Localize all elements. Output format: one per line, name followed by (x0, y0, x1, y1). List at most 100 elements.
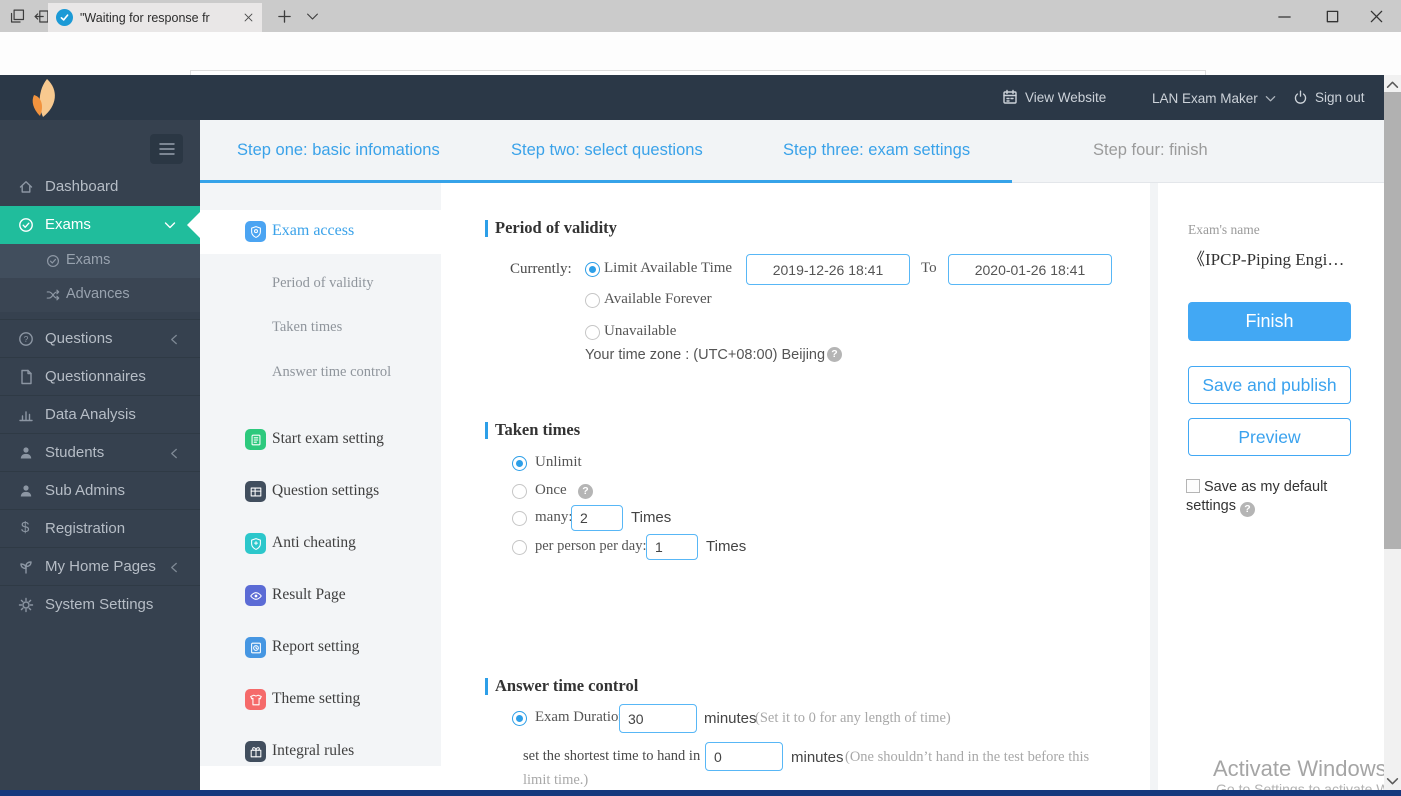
tab-step-one[interactable]: Step one: basic infomations (237, 141, 440, 160)
view-website-link[interactable]: View Website (1002, 89, 1106, 105)
settings-nav-exam-access[interactable]: Exam access (200, 210, 441, 254)
sidebar-subitem-advances[interactable]: Advances (0, 278, 200, 312)
radio-unavailable[interactable] (585, 325, 600, 340)
save-default-label-2: settings (1186, 498, 1236, 514)
sidebar-item-sub-admins[interactable]: Sub Admins (0, 471, 200, 509)
many-label: many: (535, 509, 573, 525)
available-forever-label: Available Forever (604, 291, 712, 307)
close-button[interactable] (1369, 9, 1384, 24)
page-scrollbar[interactable] (1384, 75, 1401, 796)
scrollbar-thumb[interactable] (1384, 92, 1401, 549)
sidebar-collapse-button[interactable] (150, 134, 183, 164)
tab-step-two[interactable]: Step two: select questions (511, 141, 703, 160)
currently-label: Currently: (510, 261, 572, 277)
section-accent-bar (485, 422, 488, 439)
sidebar-subitem-exams[interactable]: Exams (0, 244, 200, 278)
home-icon (19, 181, 33, 193)
calendar-icon (1003, 89, 1017, 104)
radio-available-forever[interactable] (585, 293, 600, 308)
maximize-button[interactable] (1325, 9, 1340, 24)
per-person-per-day-label: per person per day: (535, 538, 647, 554)
radio-limit-available-time[interactable] (585, 262, 600, 277)
exam-name-value: 《IPCP-Piping Engi… (1188, 250, 1345, 269)
settings-nav-result-page[interactable]: Result Page (200, 574, 441, 618)
date-to-input[interactable] (948, 254, 1112, 285)
date-from-input[interactable] (746, 254, 910, 285)
settings-link-taken-times[interactable]: Taken times (272, 319, 342, 336)
tab-close-icon[interactable] (243, 12, 254, 23)
sidebar-item-data-analysis[interactable]: Data Analysis (0, 395, 200, 433)
section-accent-bar (485, 220, 488, 237)
limit-available-time-label: Limit Available Time (604, 260, 733, 276)
settings-link-answer-time[interactable]: Answer time control (272, 364, 391, 381)
panel-divider (1150, 183, 1158, 796)
radio-unlimit[interactable] (512, 456, 527, 471)
radio-many[interactable] (512, 511, 527, 526)
sidebar-item-students[interactable]: Students (0, 433, 200, 471)
chevron-left-icon (171, 562, 177, 573)
tab-step-three[interactable]: Step three: exam settings (783, 141, 970, 160)
sign-out-label: Sign out (1315, 90, 1365, 105)
user-menu[interactable]: LAN Exam Maker (1152, 91, 1276, 106)
tab-step-four[interactable]: Step four: finish (1093, 141, 1208, 160)
tab-list-chevron-icon[interactable] (306, 12, 319, 22)
app-logo (32, 79, 55, 117)
document-icon (21, 369, 32, 385)
exam-duration-input[interactable] (619, 704, 697, 733)
sidebar-item-questions[interactable]: ? Questions (0, 319, 200, 357)
power-icon (1294, 90, 1307, 104)
view-website-label: View Website (1025, 89, 1107, 105)
per-day-times-input[interactable] (646, 534, 698, 560)
book-icon (245, 429, 266, 450)
times-label: Times (631, 509, 672, 526)
once-label: Once (535, 482, 567, 498)
eye-icon (245, 585, 266, 606)
tab-title: "Waiting for response fr (80, 10, 210, 25)
radio-exam-duration[interactable] (512, 711, 527, 726)
sidebar-item-registration[interactable]: $ Registration (0, 509, 200, 547)
save-default-label-1: Save as my default (1204, 479, 1328, 495)
sidebar-item-system-settings[interactable]: System Settings (0, 585, 200, 623)
person-icon (20, 485, 32, 497)
sidebar-item-dashboard[interactable]: Dashboard (0, 168, 200, 206)
radio-once[interactable] (512, 484, 527, 499)
sidebar-item-exams[interactable]: Exams (0, 206, 200, 244)
minimize-button[interactable] (1277, 9, 1292, 24)
scroll-up-icon[interactable] (1386, 80, 1399, 89)
main-content: Period of validity Currently: Limit Avai… (441, 183, 1150, 796)
user-name: LAN Exam Maker (1152, 91, 1258, 106)
tab-preview-icon[interactable] (9, 8, 26, 25)
bottom-border-strip (0, 790, 1401, 796)
save-default-checkbox[interactable] (1186, 479, 1200, 493)
settings-nav-anti-cheating[interactable]: Anti cheating (200, 522, 441, 566)
chevron-down-icon (164, 222, 176, 229)
times-label: Times (706, 538, 747, 555)
new-tab-icon[interactable] (277, 9, 292, 24)
preview-button[interactable]: Preview (1188, 418, 1351, 456)
settings-nav-integral-rules[interactable]: Integral rules (200, 730, 441, 774)
settings-nav-question-settings[interactable]: Question settings (200, 470, 441, 514)
browser-tab[interactable]: "Waiting for response fr (48, 3, 262, 32)
save-default-block: Save as my default settings ? (1186, 478, 1362, 517)
section-title-answer-time: Answer time control (485, 676, 638, 696)
finish-button[interactable]: Finish (1188, 302, 1351, 341)
sidebar-item-my-home-pages[interactable]: My Home Pages (0, 547, 200, 585)
settings-link-period[interactable]: Period of validity (272, 275, 374, 292)
active-notch (187, 212, 200, 238)
settings-nav-start-exam[interactable]: Start exam setting (200, 418, 441, 462)
radio-per-person-per-day[interactable] (512, 540, 527, 555)
check-circle-icon (46, 254, 60, 268)
save-default-help-icon[interactable]: ? (1240, 502, 1256, 517)
settings-nav-theme-setting[interactable]: Theme setting (200, 678, 441, 722)
timezone-help-icon[interactable]: ? (827, 347, 842, 362)
save-and-publish-button[interactable]: Save and publish (1188, 366, 1351, 404)
bar-chart-icon (19, 411, 33, 422)
sidebar-item-questionnaires[interactable]: Questionnaires (0, 357, 200, 395)
many-times-input[interactable] (571, 505, 623, 531)
once-help-icon[interactable]: ? (578, 484, 593, 499)
sign-out-button[interactable]: Sign out (1293, 90, 1365, 105)
chevron-left-icon (171, 334, 177, 345)
shortest-time-input[interactable] (705, 742, 783, 771)
scroll-down-icon[interactable] (1386, 777, 1399, 786)
settings-nav-report-setting[interactable]: Report setting (200, 626, 441, 670)
